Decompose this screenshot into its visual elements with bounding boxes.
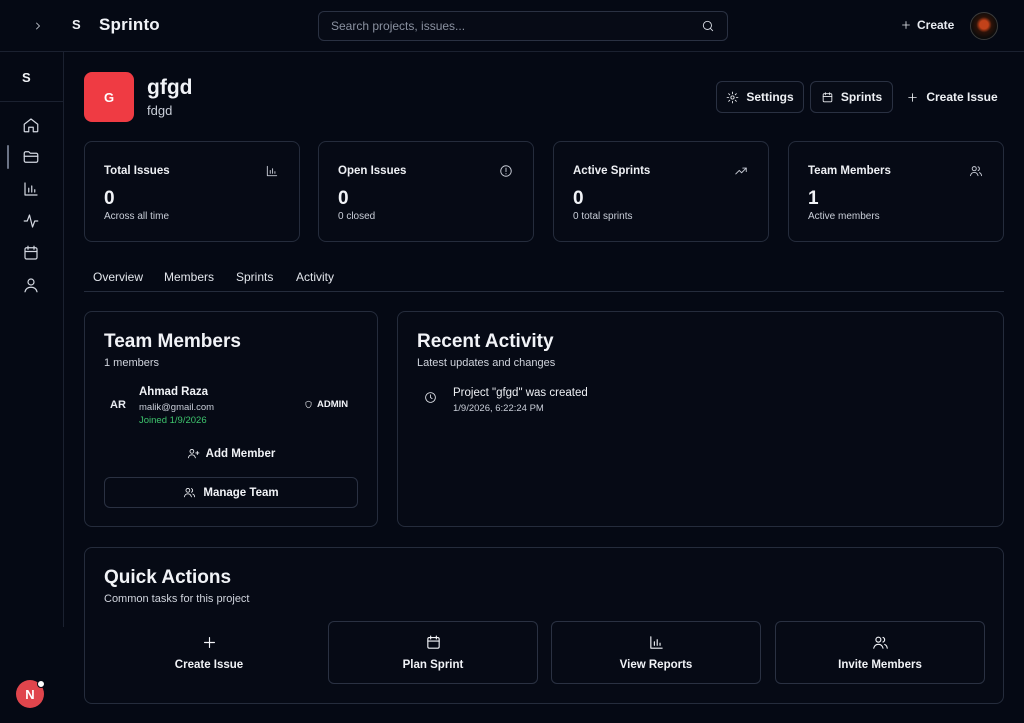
clock-icon [424,391,437,404]
recent-activity-card: Recent Activity Latest updates and chang… [397,311,1004,527]
sidebar: S [0,52,64,627]
member-role-badge: ADMIN [304,399,348,410]
top-bar: S Sprinto Create [0,0,1024,52]
users-icon [872,634,889,651]
quick-actions-subtitle: Common tasks for this project [104,593,250,605]
create-issue-button-label: Create Issue [926,90,998,104]
tab-sprints[interactable]: Sprints [236,270,273,284]
stat-card-team-members: Team Members 1 Active members [788,141,1004,242]
quick-action-label: View Reports [619,659,693,671]
users-icon [183,486,196,499]
stat-title: Active Sprints [573,165,651,177]
user-avatar[interactable] [970,12,998,40]
plus-icon [906,91,919,104]
stat-value: 0 [338,188,349,209]
quick-action-label: Create Issue [174,659,244,671]
stat-value: 0 [573,188,584,209]
create-issue-button[interactable]: Create Issue [902,81,1002,113]
bar-chart-icon[interactable] [22,180,40,198]
trending-up-icon [734,164,748,178]
sidebar-divider [0,101,63,102]
quick-invite-members-button[interactable]: Invite Members [775,621,985,684]
sidebar-active-indicator [7,145,9,169]
plus-icon [900,19,912,31]
quick-actions-title: Quick Actions [104,567,232,588]
add-member-button[interactable]: Add Member [85,447,377,460]
member-email: malik@gmail.com [139,402,215,413]
tab-activity[interactable]: Activity [296,270,334,284]
quick-create-issue-button[interactable]: Create Issue [104,621,314,684]
manage-team-button[interactable]: Manage Team [104,477,358,508]
settings-button[interactable]: Settings [716,81,804,113]
create-button[interactable]: Create [900,18,954,32]
member-role-label: ADMIN [317,399,349,410]
search-input[interactable] [331,19,701,33]
stat-card-total-issues: Total Issues 0 Across all time [84,141,300,242]
search-icon[interactable] [701,19,715,33]
tab-members[interactable]: Members [164,270,214,284]
activity-item-time: 1/9/2026, 6:22:24 PM [453,403,544,414]
quick-action-label: Invite Members [838,659,922,671]
settings-button-label: Settings [746,90,794,104]
brand-name[interactable]: Sprinto [99,15,160,35]
calendar-icon [821,91,834,104]
activity-item-text: Project "gfgd" was created [453,387,588,399]
home-icon[interactable] [22,116,40,134]
notification-dot [37,680,45,688]
chevron-right-icon[interactable] [28,16,48,36]
bar-chart-icon [648,634,665,651]
user-plus-icon [187,447,200,460]
stat-title: Total Issues [104,165,170,177]
team-members-card: Team Members 1 members AR Ahmad Raza mal… [84,311,378,527]
quick-view-reports-button[interactable]: View Reports [551,621,761,684]
users-icon [969,164,983,178]
stat-card-active-sprints: Active Sprints 0 0 total sprints [553,141,769,242]
project-key: fdgd [147,103,173,118]
member-joined-date: Joined 1/9/2026 [139,415,207,426]
stat-value: 0 [104,188,115,209]
team-members-title: Team Members [104,331,241,352]
gear-icon [726,91,739,104]
stat-subtitle: 0 closed [338,211,376,222]
shield-icon [304,400,313,409]
stat-subtitle: Across all time [104,211,170,222]
quick-plan-sprint-button[interactable]: Plan Sprint [328,621,538,684]
team-members-count: 1 members [104,357,160,369]
calendar-icon[interactable] [22,244,40,262]
calendar-icon [425,634,442,651]
project-tabs: Overview Members Sprints Activity [84,262,1004,292]
stat-subtitle: 0 total sprints [573,211,633,222]
sidebar-logo[interactable]: S [22,70,31,85]
folder-icon[interactable] [22,148,40,166]
quick-actions-card: Quick Actions Common tasks for this proj… [84,547,1004,704]
manage-team-label: Manage Team [203,486,279,499]
member-name: Ahmad Raza [139,386,209,398]
user-icon[interactable] [22,276,40,294]
stat-title: Open Issues [338,165,407,177]
sprints-button[interactable]: Sprints [810,81,893,113]
search-bar[interactable] [318,11,728,41]
brand-logo[interactable]: S [72,17,81,32]
sprints-button-label: Sprints [840,90,883,104]
tab-overview[interactable]: Overview [93,270,143,284]
stat-card-open-issues: Open Issues 0 0 closed [318,141,534,242]
recent-activity-subtitle: Latest updates and changes [417,357,556,369]
stat-subtitle: Active members [808,211,880,222]
plus-icon [201,634,218,651]
stat-value: 1 [808,188,819,209]
recent-activity-title: Recent Activity [417,331,554,352]
add-member-label: Add Member [205,447,276,460]
quick-action-label: Plan Sprint [402,659,464,671]
member-avatar: AR [110,399,126,411]
project-avatar: G [84,72,134,122]
alert-circle-icon [499,164,513,178]
activity-icon[interactable] [22,212,40,230]
bar-chart-icon [265,164,279,178]
stat-title: Team Members [808,165,891,177]
create-button-label: Create [917,18,955,32]
project-name: gfgd [147,76,193,99]
